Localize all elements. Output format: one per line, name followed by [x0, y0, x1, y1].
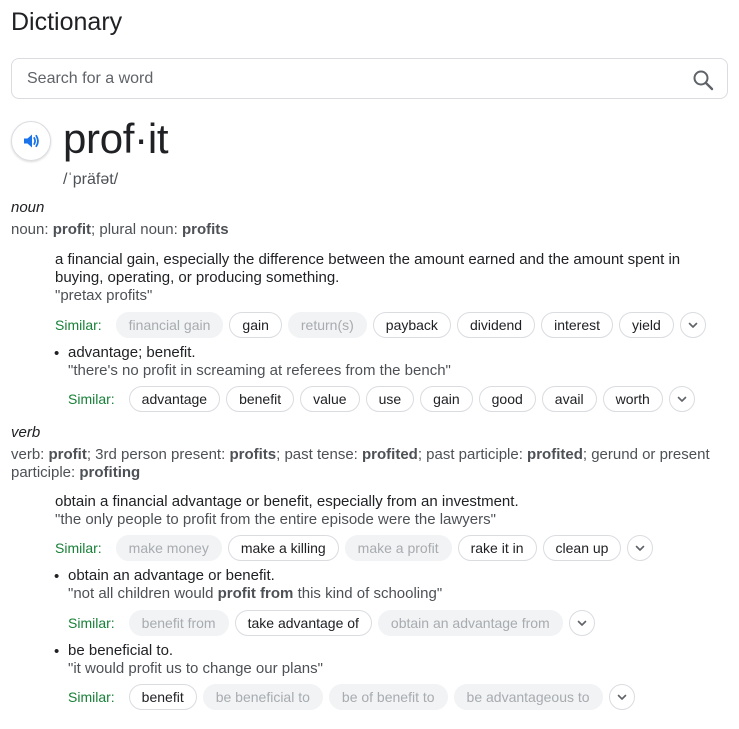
text-segment: ; 3rd person present:	[86, 446, 230, 463]
bold-text: profiting	[79, 464, 141, 481]
similar-label: Similar:	[55, 540, 102, 556]
similar-word-chip: obtain an advantage from	[377, 610, 563, 636]
text-segment: "pretax profits"	[55, 287, 153, 304]
similar-word-chip[interactable]: value	[300, 386, 360, 412]
text-segment: "there's no profit in screaming at refer…	[68, 362, 451, 379]
similar-word-chip[interactable]: payback	[372, 312, 451, 338]
text-segment: "the only people to profit from the enti…	[55, 511, 496, 528]
similar-word-chip: make a profit	[344, 535, 452, 561]
bold-text: profit from	[217, 585, 294, 602]
similar-word-chip[interactable]: make a killing	[227, 535, 339, 561]
example-sentence: "the only people to profit from the enti…	[55, 511, 496, 529]
bold-text: profited	[527, 446, 583, 463]
chevron-down-icon	[636, 545, 645, 551]
search-input[interactable]	[27, 67, 667, 91]
similar-words-row: Similar: benefit be beneficial to be of ben…	[68, 683, 635, 711]
verb-forms: verb: profit; 3rd person present: profit…	[11, 446, 721, 482]
chevron-down-icon	[577, 620, 587, 626]
part-of-speech-noun: noun	[11, 199, 45, 216]
search-box[interactable]	[11, 58, 728, 99]
text-segment: "it would profit us to change our plans"	[68, 660, 323, 677]
headword: prof·it	[63, 115, 169, 162]
similar-word-chip[interactable]: good	[478, 386, 536, 412]
definition: obtain an advantage or benefit.	[68, 567, 275, 584]
sense-bullet: •	[54, 345, 60, 362]
text-segment: this kind of schooling"	[293, 585, 443, 602]
similar-word-chip[interactable]: benefit	[128, 684, 197, 710]
text-segment: ; past participle:	[417, 446, 528, 463]
similar-word-chip[interactable]: dividend	[456, 312, 536, 338]
bold-text: profit	[52, 221, 92, 238]
similar-word-chip: make money	[115, 535, 222, 561]
similar-word-chip[interactable]: use	[365, 386, 415, 412]
definition: be beneficial to.	[68, 642, 174, 659]
definition: advantage; benefit.	[68, 344, 196, 361]
similar-word-chip[interactable]: clean up	[542, 535, 622, 561]
similar-word-chip[interactable]: yield	[619, 312, 674, 338]
bold-text: profits	[181, 221, 229, 238]
similar-word-chip: be beneficial to	[202, 684, 323, 710]
similar-label: Similar:	[55, 317, 102, 333]
page-title: Dictionary	[11, 8, 123, 36]
similar-words-row: Similar: benefit from take advantage of obt…	[68, 609, 595, 637]
text-segment: noun:	[11, 221, 53, 238]
expand-similar-button[interactable]	[568, 610, 595, 636]
similar-word-chip[interactable]: take advantage of	[234, 610, 372, 636]
similar-word-chip[interactable]: interest	[541, 312, 614, 338]
search-icon[interactable]	[691, 68, 715, 92]
part-of-speech-verb: verb	[11, 424, 41, 441]
bold-text: profit	[48, 446, 87, 463]
similar-word-chip[interactable]: benefit	[226, 386, 295, 412]
similar-word-chip[interactable]: avail	[541, 386, 597, 412]
bold-text: profits	[229, 446, 277, 463]
text-segment: ; plural noun:	[91, 221, 182, 238]
similar-word-chip[interactable]: worth	[602, 386, 663, 412]
expand-similar-button[interactable]	[668, 386, 695, 412]
similar-word-chip: be of benefit to	[328, 684, 448, 710]
similar-words-row: Similar: financial gain gain return(s) payba…	[55, 311, 706, 339]
sense-bullet: •	[54, 643, 60, 660]
expand-similar-button[interactable]	[679, 312, 706, 338]
chevron-down-icon	[677, 396, 687, 402]
similar-word-chip[interactable]: gain	[420, 386, 473, 412]
similar-word-chip[interactable]: gain	[229, 312, 282, 338]
speaker-icon	[24, 134, 39, 148]
expand-similar-button[interactable]	[627, 535, 654, 561]
chevron-down-icon	[688, 322, 698, 328]
example-sentence: "not all children would profit from this…	[68, 585, 442, 603]
example-sentence: "pretax profits"	[55, 287, 152, 305]
text-segment: "not all children would	[68, 585, 218, 602]
definition: obtain a financial advantage or benefit,…	[55, 493, 519, 510]
pronunciation-speaker-button[interactable]	[11, 121, 51, 161]
phonetic-spelling: /ˈpräfət/	[63, 171, 119, 188]
similar-label: Similar:	[68, 689, 115, 705]
sense-bullet: •	[54, 568, 60, 585]
example-sentence: "there's no profit in screaming at refer…	[68, 362, 451, 380]
similar-word-chip: be advantageous to	[453, 684, 603, 710]
example-sentence: "it would profit us to change our plans"	[68, 660, 323, 678]
text-segment: verb:	[11, 446, 49, 463]
noun-forms: noun: profit; plural noun: profits	[11, 221, 721, 239]
similar-word-chip[interactable]: advantage	[128, 386, 221, 412]
similar-words-row: Similar: advantage benefit value use gain good…	[68, 385, 695, 413]
bold-text: profited	[362, 446, 418, 463]
chevron-down-icon	[617, 694, 626, 700]
similar-label: Similar:	[68, 391, 115, 407]
expand-similar-button[interactable]	[608, 684, 635, 710]
similar-word-chip: return(s)	[287, 312, 367, 338]
similar-words-row: Similar: make money make a killing make a p…	[55, 534, 654, 562]
similar-word-chip[interactable]: rake it in	[457, 535, 537, 561]
similar-word-chip: benefit from	[128, 610, 229, 636]
similar-label: Similar:	[68, 615, 115, 631]
definition: a financial gain, especially the differe…	[55, 251, 681, 286]
similar-word-chip: financial gain	[115, 312, 224, 338]
text-segment: ; past tense:	[276, 446, 362, 463]
